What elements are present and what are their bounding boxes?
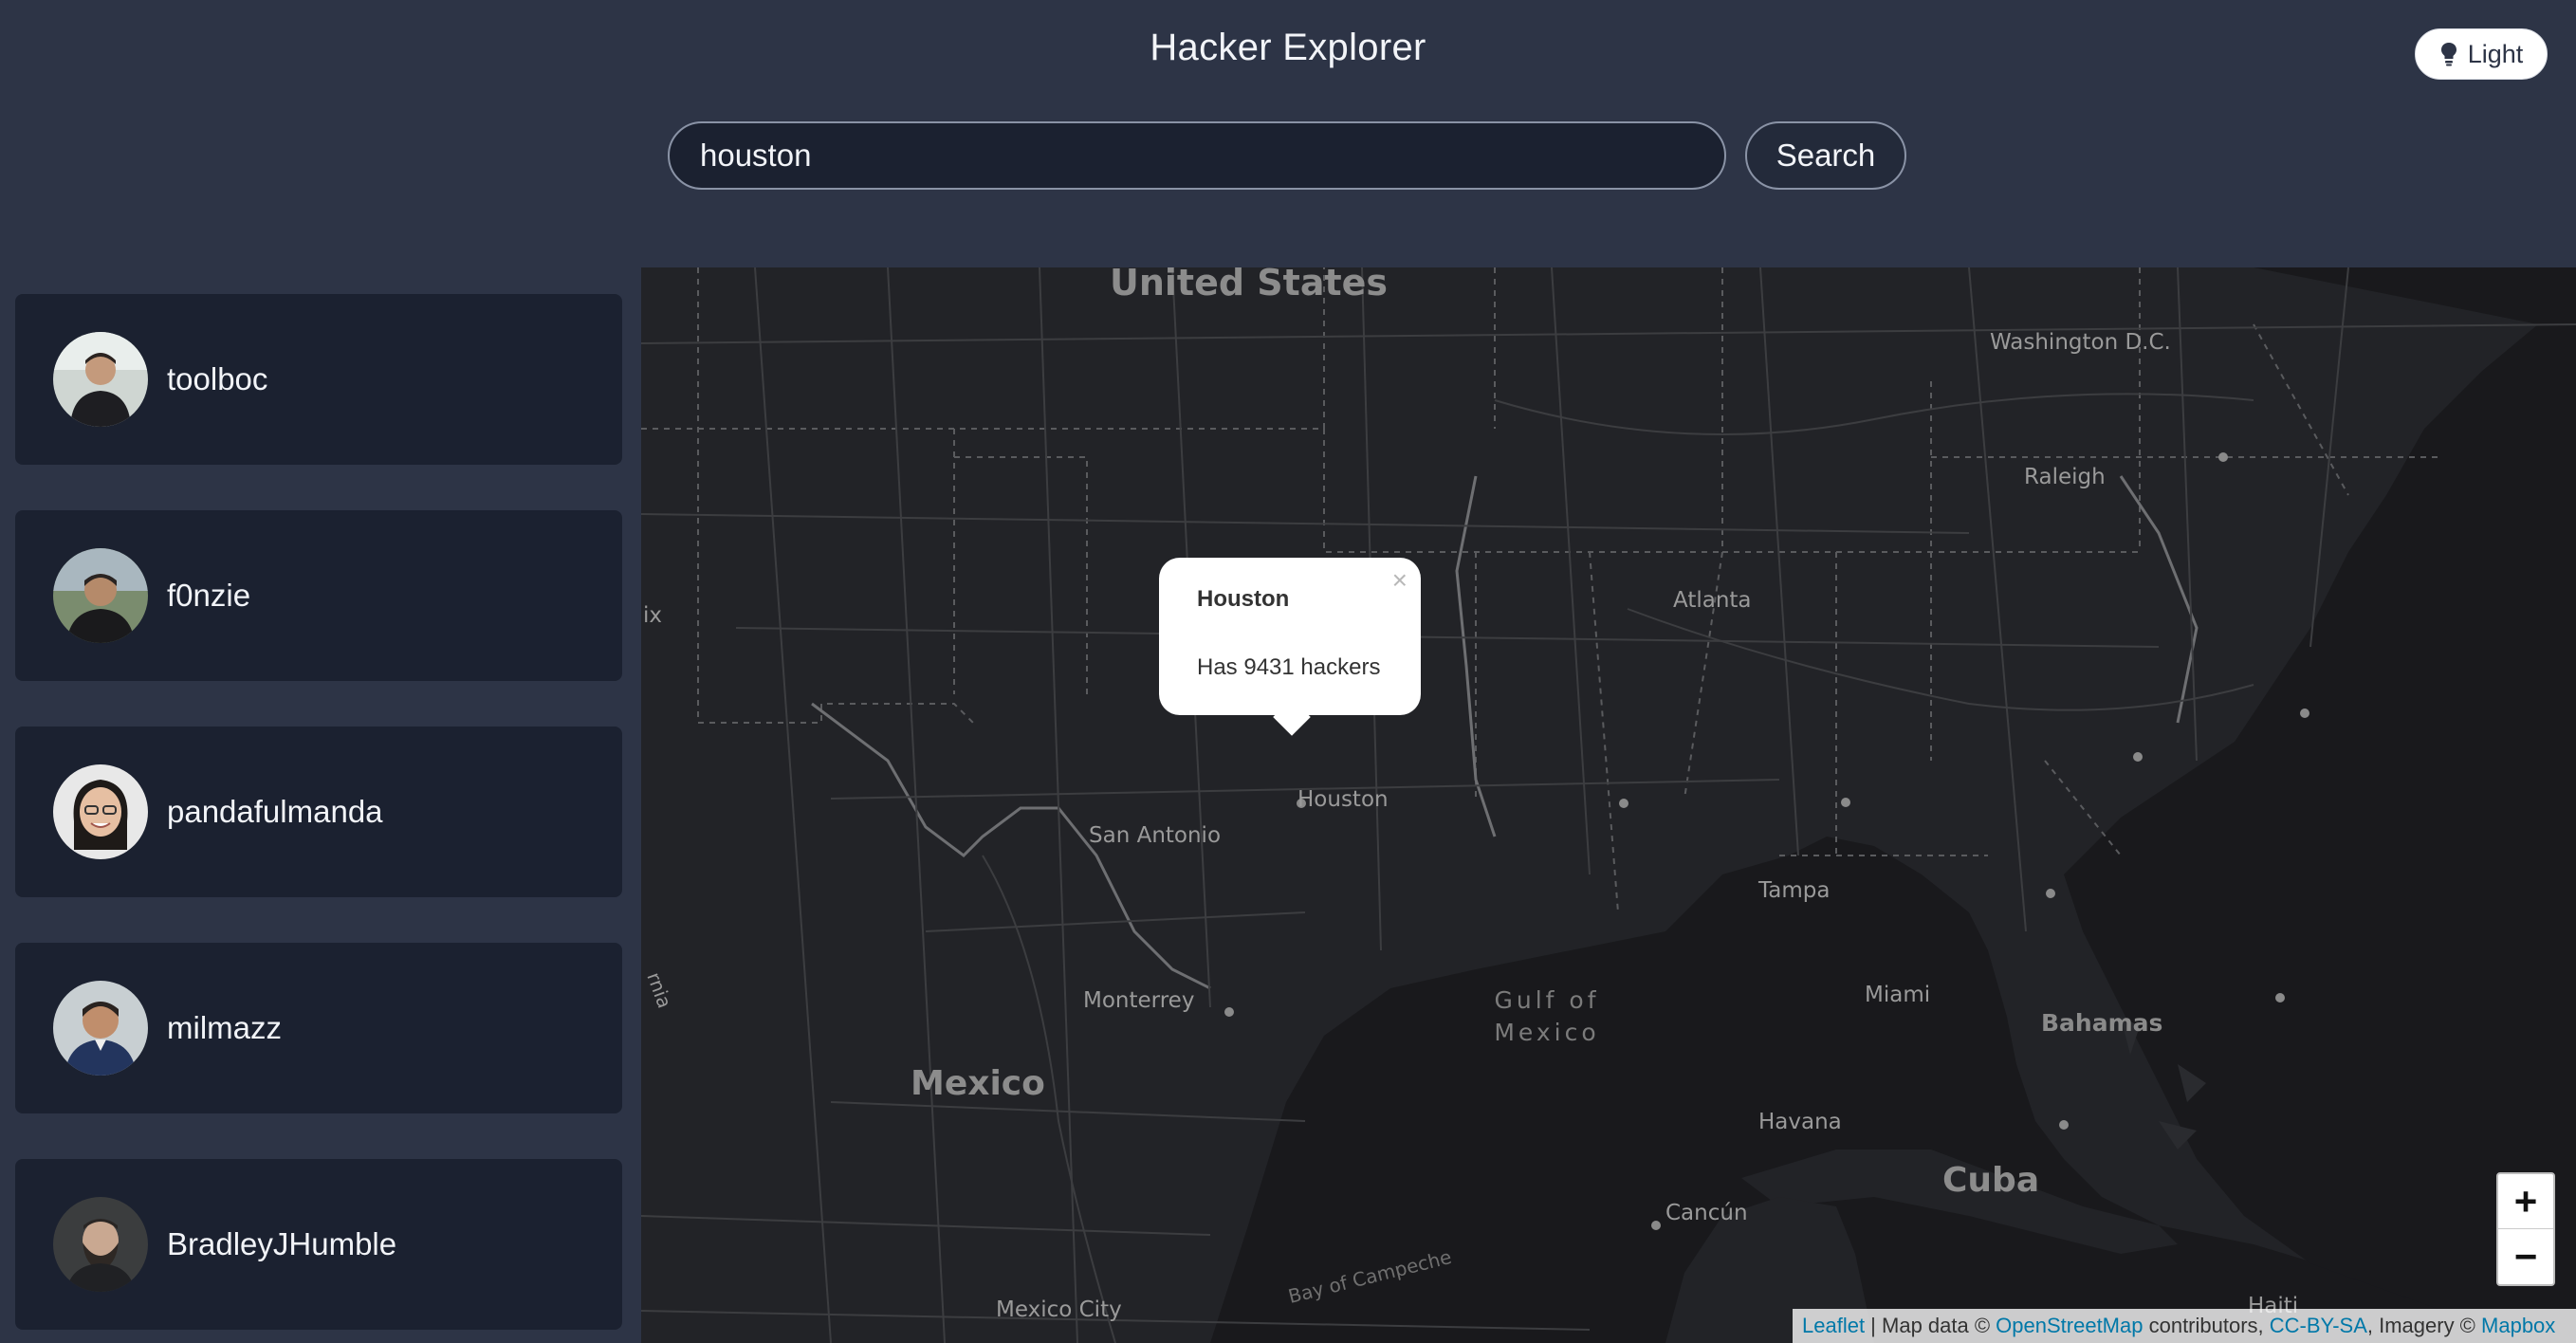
avatar bbox=[53, 332, 148, 427]
username: toolboc bbox=[167, 361, 268, 396]
cc-by-sa-link[interactable]: CC-BY-SA bbox=[2270, 1314, 2367, 1338]
map-tiles bbox=[641, 267, 2576, 1343]
popup-text: Has 9431 hackers bbox=[1197, 654, 1381, 680]
map-label-washington: Washington D.C. bbox=[1990, 330, 2171, 355]
user-card[interactable]: pandafulmanda bbox=[15, 727, 622, 897]
map-label-cuba: Cuba bbox=[1942, 1161, 2040, 1200]
zoom-out-button[interactable]: − bbox=[2498, 1229, 2553, 1284]
attribution-text: , Imagery © bbox=[2366, 1314, 2482, 1337]
avatar bbox=[53, 981, 148, 1076]
map-label-san-antonio: San Antonio bbox=[1089, 823, 1222, 848]
search-input[interactable]: houston bbox=[668, 121, 1726, 190]
map-label-houston: Houston bbox=[1297, 787, 1389, 812]
map-label-cancun: Cancún bbox=[1665, 1201, 1748, 1225]
map-label-united-states: United States bbox=[1110, 267, 1389, 304]
user-list: toolboc f0nzie pandafulmanda milmazz Bra… bbox=[0, 267, 641, 1343]
username: BradleyJHumble bbox=[167, 1226, 397, 1261]
theme-toggle-label: Light bbox=[2467, 39, 2524, 68]
avatar bbox=[53, 1197, 148, 1292]
map-view[interactable]: United States Washington D.C. Raleigh At… bbox=[641, 267, 2576, 1343]
map-label-mexico-city: Mexico City bbox=[996, 1297, 1122, 1322]
map-label-atlanta: Atlanta bbox=[1673, 588, 1752, 613]
lightbulb-icon bbox=[2440, 43, 2456, 66]
map-label-bahamas: Bahamas bbox=[2041, 1009, 2163, 1037]
username: pandafulmanda bbox=[167, 794, 383, 829]
map-label-phoenix-partial: ix bbox=[643, 603, 663, 628]
map-label-havana: Havana bbox=[1758, 1110, 1842, 1134]
map-label-miami: Miami bbox=[1865, 983, 1931, 1007]
theme-toggle-button[interactable]: Light bbox=[2415, 28, 2548, 80]
map-popup: × Houston Has 9431 hackers bbox=[1159, 558, 1421, 736]
search-button[interactable]: Search bbox=[1745, 121, 1906, 190]
map-label-monterrey: Monterrey bbox=[1083, 988, 1195, 1013]
map-label-raleigh: Raleigh bbox=[2024, 465, 2106, 489]
zoom-control: + − bbox=[2496, 1172, 2555, 1286]
username: milmazz bbox=[167, 1010, 282, 1045]
map-label-mexico: Mexico bbox=[911, 1064, 1045, 1103]
user-card[interactable]: BradleyJHumble bbox=[15, 1159, 622, 1330]
openstreetmap-link[interactable]: OpenStreetMap bbox=[1996, 1314, 2143, 1338]
avatar bbox=[53, 548, 148, 643]
attribution-text: contributors, bbox=[2143, 1314, 2270, 1337]
avatar bbox=[53, 764, 148, 859]
leaflet-link[interactable]: Leaflet bbox=[1802, 1314, 1865, 1338]
user-card[interactable]: toolboc bbox=[15, 294, 622, 465]
popup-title: Houston bbox=[1197, 586, 1290, 612]
attribution-text: | Map data © bbox=[1865, 1314, 1996, 1337]
page-title: Hacker Explorer bbox=[1150, 27, 1426, 68]
map-label-tampa: Tampa bbox=[1758, 878, 1831, 903]
user-card[interactable]: milmazz bbox=[15, 943, 622, 1113]
map-attribution: Leaflet | Map data © OpenStreetMap contr… bbox=[1793, 1309, 2576, 1343]
mapbox-link[interactable]: Mapbox bbox=[2481, 1314, 2555, 1338]
popup-close-button[interactable]: × bbox=[1392, 565, 1408, 596]
username: f0nzie bbox=[167, 578, 251, 613]
user-card[interactable]: f0nzie bbox=[15, 510, 622, 681]
zoom-in-button[interactable]: + bbox=[2498, 1174, 2553, 1229]
map-label-gulf: Gulf of Mexico bbox=[1494, 986, 1600, 1046]
